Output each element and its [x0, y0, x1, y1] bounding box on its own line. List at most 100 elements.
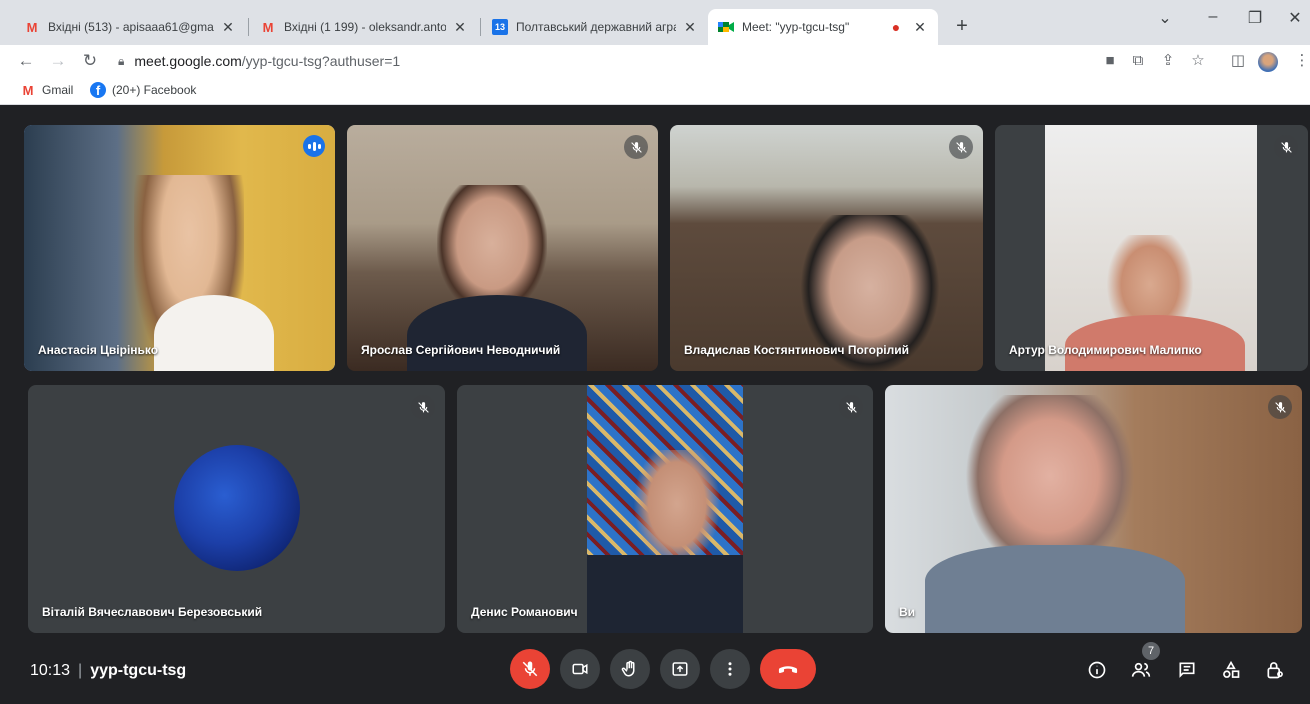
tab-search-icon[interactable]: ⌄: [1150, 8, 1180, 28]
speaking-indicator-icon: [303, 135, 325, 157]
back-icon[interactable]: ←: [14, 49, 38, 73]
people-icon: [1131, 662, 1151, 677]
participant-name: Денис Романович: [471, 605, 578, 619]
participant-tile[interactable]: Віталій Вячеславович Березовський: [28, 385, 445, 633]
restore-icon[interactable]: ❐: [1240, 8, 1270, 28]
mic-off-icon: [1268, 395, 1292, 419]
meeting-time: 10:13: [30, 662, 71, 679]
bookmark-label: (20+) Facebook: [112, 83, 197, 97]
tab-title: Вхідні (513) - apisaaa61@gmail.c: [48, 20, 214, 34]
mic-off-icon: [949, 135, 973, 159]
reload-icon[interactable]: ↻: [78, 49, 102, 73]
present-screen-button[interactable]: [660, 649, 700, 689]
bookmark-facebook[interactable]: f (20+) Facebook: [90, 82, 196, 98]
participant-tile[interactable]: Анастасія Цвірінько: [24, 125, 335, 371]
recording-icon: ●: [891, 19, 901, 35]
lock-person-icon: [1267, 662, 1283, 679]
meeting-code: yyp-tgcu-tsg: [90, 662, 187, 679]
camera-toggle-button[interactable]: [560, 649, 600, 689]
bookmark-star-icon[interactable]: ☆: [1186, 49, 1210, 73]
new-tab-button[interactable]: +: [948, 12, 976, 40]
avatar: [174, 445, 300, 571]
hand-icon: [621, 660, 635, 677]
tab-gmail-2[interactable]: M Вхідні (1 199) - oleksandr.antone ✕: [250, 9, 478, 45]
participant-name: Віталій Вячеславович Березовський: [42, 605, 263, 619]
participant-tile[interactable]: Ярослав Сергійович Неводничий: [347, 125, 658, 371]
participant-video: [632, 450, 722, 570]
mic-off-icon: [522, 661, 538, 677]
close-icon[interactable]: ✕: [452, 19, 468, 36]
participant-video: [587, 555, 743, 633]
url-host: meet.google.com: [134, 53, 242, 69]
profile-avatar[interactable]: [1258, 52, 1278, 72]
tab-title: Meet: "yyp-tgcu-tsg": [742, 20, 850, 34]
people-button[interactable]: [1128, 657, 1154, 683]
close-icon[interactable]: ✕: [682, 19, 698, 36]
tab-gmail-1[interactable]: M Вхідні (513) - apisaaa61@gmail.c ✕: [14, 9, 246, 45]
url-path: /yyp-tgcu-tsg?authuser=1: [241, 53, 401, 69]
host-controls-button[interactable]: [1262, 657, 1288, 683]
mic-off-icon: [411, 395, 435, 419]
gmail-icon: M: [22, 82, 34, 98]
browser-toolbar: ← → ↻ 🔒︎ meet.google.com /yyp-tgcu-tsg?a…: [0, 45, 1310, 77]
chat-icon: [1179, 662, 1195, 678]
meeting-info: 10:13 | yyp-tgcu-tsg: [30, 662, 186, 680]
tab-calendar[interactable]: 13 Полтавський державний аграр ✕: [482, 9, 708, 45]
participant-name: Ви: [899, 605, 916, 619]
participant-name: Владислав Костянтинович Погорілий: [684, 343, 909, 357]
participant-tile[interactable]: Артур Володимирович Малипко: [995, 125, 1308, 371]
self-tile[interactable]: Ви: [885, 385, 1302, 633]
present-icon: [672, 662, 688, 676]
leave-call-button[interactable]: [760, 649, 816, 689]
activities-button[interactable]: [1218, 657, 1244, 683]
forward-icon[interactable]: →: [46, 49, 70, 73]
close-icon[interactable]: ✕: [220, 19, 236, 36]
divider: |: [78, 662, 83, 679]
lock-icon[interactable]: 🔒︎: [118, 54, 124, 69]
camera-in-use-icon[interactable]: ■: [1098, 49, 1122, 73]
camera-icon: [572, 663, 588, 675]
raise-hand-button[interactable]: [610, 649, 650, 689]
tab-separator: [248, 18, 249, 36]
participant-video: [407, 295, 587, 371]
translate-icon[interactable]: ⧉: [1126, 49, 1150, 73]
meeting-details-button[interactable]: [1084, 657, 1110, 683]
activities-icon: [1223, 660, 1240, 678]
window-close-icon[interactable]: ✕: [1280, 8, 1310, 28]
chat-button[interactable]: [1174, 657, 1200, 683]
menu-icon[interactable]: ⋮: [1290, 49, 1310, 73]
bookmarks-bar: M Gmail f (20+) Facebook: [0, 77, 1310, 105]
gmail-icon: M: [262, 19, 274, 35]
more-vertical-icon: [728, 662, 732, 676]
mic-toggle-button[interactable]: [510, 649, 550, 689]
side-panel-icon[interactable]: ◫: [1226, 49, 1250, 73]
tab-title: Вхідні (1 199) - oleksandr.antone: [284, 20, 446, 34]
mic-off-icon: [839, 395, 863, 419]
facebook-icon: f: [90, 82, 106, 98]
calendar-icon: 13: [492, 19, 508, 35]
close-icon[interactable]: ✕: [912, 19, 928, 36]
mic-off-icon: [624, 135, 648, 159]
participant-name: Артур Володимирович Малипко: [1009, 343, 1202, 357]
tab-title: Полтавський державний аграр: [516, 20, 676, 34]
participant-tile[interactable]: Владислав Костянтинович Погорілий: [670, 125, 983, 371]
bookmark-label: Gmail: [42, 83, 74, 97]
meet-icon: [718, 19, 734, 35]
mic-off-icon: [1274, 135, 1298, 159]
participant-video: [154, 295, 274, 371]
tab-meet[interactable]: Meet: "yyp-tgcu-tsg" ● ✕: [708, 9, 938, 45]
gmail-icon: M: [26, 19, 38, 35]
more-options-button[interactable]: [710, 649, 750, 689]
address-bar[interactable]: 🔒︎ meet.google.com /yyp-tgcu-tsg?authuse…: [112, 47, 1082, 75]
participants-count-badge: 7: [1142, 642, 1160, 660]
share-icon[interactable]: ⇪: [1156, 49, 1180, 73]
participant-video: [925, 545, 1185, 633]
info-icon: [1088, 661, 1106, 679]
minimize-icon[interactable]: –: [1198, 8, 1228, 26]
tab-strip: M Вхідні (513) - apisaaa61@gmail.c ✕ M В…: [0, 0, 1310, 45]
participant-tile[interactable]: Денис Романович: [457, 385, 873, 633]
participant-name: Анастасія Цвірінько: [38, 343, 159, 357]
bookmark-gmail[interactable]: M Gmail: [20, 82, 74, 98]
participant-name: Ярослав Сергійович Неводничий: [361, 343, 561, 357]
hangup-icon: [778, 666, 798, 674]
